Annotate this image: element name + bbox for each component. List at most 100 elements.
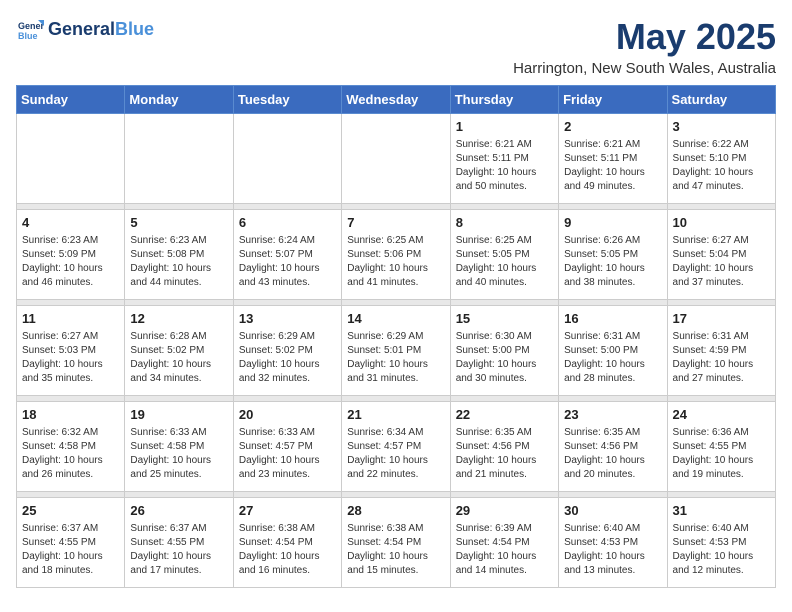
calendar-cell: 8Sunrise: 6:25 AMSunset: 5:05 PMDaylight… [450,210,558,300]
day-number: 18 [22,406,119,424]
day-info: Daylight: 10 hours [22,550,119,564]
day-number: 8 [456,214,553,232]
day-info: and 37 minutes. [673,276,770,290]
calendar-cell: 19 Sunrise: 6:33 AMSunset: 4:58 PMDayligh… [125,402,233,492]
day-info: Sunset: 4:55 PM [673,440,770,454]
day-info: and 15 minutes. [347,564,444,578]
day-info: and 20 minutes. [564,468,661,482]
day-info: Sunset: 4:56 PM [564,440,661,454]
weekday-header-saturday: Saturday [667,86,775,114]
day-info: Sunrise: 6:25 AM [347,234,444,248]
day-number: 1 [456,118,553,136]
day-info: Sunrise: 6:26 AM [564,234,661,248]
day-info: Daylight: 10 hours [673,262,770,276]
day-info: Daylight: 10 hours [564,166,661,180]
day-info: Daylight: 10 hours [130,454,227,468]
day-number: 28 [347,502,444,520]
calendar-cell: 9 Sunrise: 6:26 AMSunset: 5:05 PMDaylight… [559,210,667,300]
day-info: Daylight: 10 hours [564,454,661,468]
day-info: Sunrise: 6:40 AM [673,522,770,536]
logo-text: GeneralBlue [48,20,154,40]
calendar-cell: 14Sunrise: 6:29 AMSunset: 5:01 PMDayligh… [342,306,450,396]
day-info: Sunset: 5:10 PM [673,152,770,166]
month-title: May 2025 [513,16,776,58]
day-info: Sunset: 5:08 PM [130,248,227,262]
day-info: Daylight: 10 hours [456,166,553,180]
day-info: Sunset: 4:55 PM [22,536,119,550]
day-info: Sunrise: 6:23 AM [130,234,227,248]
day-info: Sunrise: 6:27 AM [673,234,770,248]
day-info: and 44 minutes. [130,276,227,290]
day-info: Daylight: 10 hours [347,454,444,468]
day-info: Sunrise: 6:37 AM [130,522,227,536]
day-info: Sunrise: 6:33 AM [130,426,227,440]
calendar-cell: 26Sunrise: 6:37 AMSunset: 4:55 PMDayligh… [125,498,233,588]
day-info: Daylight: 10 hours [347,358,444,372]
svg-text:Blue: Blue [18,31,38,41]
day-info: and 40 minutes. [456,276,553,290]
day-info: Sunset: 5:03 PM [22,344,119,358]
day-info: Daylight: 10 hours [673,550,770,564]
calendar-cell: 3Sunrise: 6:22 AMSunset: 5:10 PMDaylight… [667,114,775,204]
day-number: 3 [673,118,770,136]
day-number: 20 [239,406,336,424]
calendar-cell: 2Sunrise: 6:21 AMSunset: 5:11 PMDaylight… [559,114,667,204]
day-info: Sunrise: 6:29 AM [239,330,336,344]
day-info: Daylight: 10 hours [347,262,444,276]
day-number: 14 [347,310,444,328]
calendar-cell: 23Sunrise: 6:35 AMSunset: 4:56 PMDayligh… [559,402,667,492]
day-info: Daylight: 10 hours [130,550,227,564]
calendar-cell [342,114,450,204]
day-info: Sunset: 5:09 PM [22,248,119,262]
day-info: Sunset: 5:11 PM [456,152,553,166]
calendar-cell: 29Sunrise: 6:39 AMSunset: 4:54 PMDayligh… [450,498,558,588]
day-info: Sunrise: 6:24 AM [239,234,336,248]
day-info: and 30 minutes. [456,372,553,386]
day-info: and 17 minutes. [130,564,227,578]
weekday-header-sunday: Sunday [17,86,125,114]
day-info: Sunset: 4:59 PM [673,344,770,358]
day-info: Daylight: 10 hours [564,262,661,276]
day-info: Sunrise: 6:23 AM [22,234,119,248]
day-info: and 34 minutes. [130,372,227,386]
day-info: and 23 minutes. [239,468,336,482]
day-info: Daylight: 10 hours [130,262,227,276]
day-info: Sunset: 4:54 PM [456,536,553,550]
day-info: Sunrise: 6:31 AM [673,330,770,344]
day-info: Sunset: 5:06 PM [347,248,444,262]
day-info: Sunrise: 6:38 AM [347,522,444,536]
day-info: and 19 minutes. [673,468,770,482]
location-title: Harrington, New South Wales, Australia [513,60,776,77]
day-info: Daylight: 10 hours [456,262,553,276]
calendar-cell: 13Sunrise: 6:29 AMSunset: 5:02 PMDayligh… [233,306,341,396]
calendar-cell: 31Sunrise: 6:40 AMSunset: 4:53 PMDayligh… [667,498,775,588]
day-info: Sunrise: 6:29 AM [347,330,444,344]
day-info: Sunset: 5:05 PM [564,248,661,262]
day-info: Sunset: 4:57 PM [239,440,336,454]
calendar-cell [17,114,125,204]
logo-icon: General Blue [16,16,44,44]
day-info: and 50 minutes. [456,180,553,194]
day-info: Sunrise: 6:21 AM [456,138,553,152]
week-row-5: 25Sunrise: 6:37 AMSunset: 4:55 PMDayligh… [17,498,776,588]
day-info: Sunset: 4:57 PM [347,440,444,454]
day-info: Daylight: 10 hours [22,358,119,372]
day-number: 5 [130,214,227,232]
day-number: 6 [239,214,336,232]
day-info: Sunset: 4:58 PM [22,440,119,454]
day-number: 31 [673,502,770,520]
calendar-cell [125,114,233,204]
day-info: Sunset: 5:04 PM [673,248,770,262]
day-number: 11 [22,310,119,328]
day-number: 9 [564,214,661,232]
day-number: 19 [130,406,227,424]
day-info: Sunset: 4:54 PM [239,536,336,550]
day-info: Sunrise: 6:25 AM [456,234,553,248]
title-area: May 2025 Harrington, New South Wales, Au… [513,16,776,77]
day-info: and 27 minutes. [673,372,770,386]
day-number: 30 [564,502,661,520]
day-info: Sunset: 4:58 PM [130,440,227,454]
day-info: Sunset: 4:56 PM [456,440,553,454]
calendar-cell: 20Sunrise: 6:33 AMSunset: 4:57 PMDayligh… [233,402,341,492]
day-info: Daylight: 10 hours [456,358,553,372]
